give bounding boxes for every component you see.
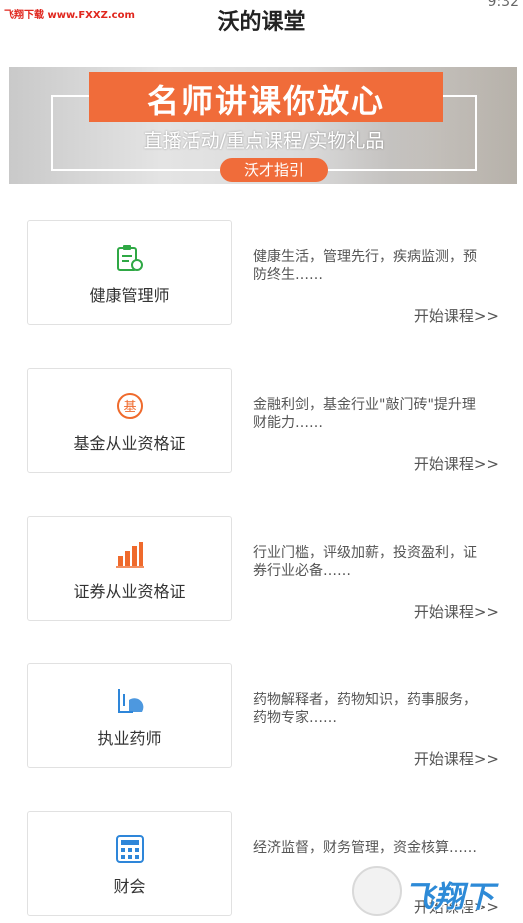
course-item: 健康管理师 健康生活，管理先行，疾病监测，预防终生…… 开始课程>> — [0, 220, 523, 326]
fund-badge-icon: 基 — [117, 393, 143, 419]
course-item: 基 基金从业资格证 金融利剑，基金行业"敲门砖"提升理财能力…… 开始课程>> — [0, 368, 523, 474]
course-card[interactable]: 健康管理师 — [27, 220, 232, 325]
course-name: 基金从业资格证 — [73, 434, 186, 453]
start-course-link[interactable]: 开始课程>> — [414, 453, 499, 474]
course-desc: 药物解释者，药物知识，药事服务，药物专家…… — [253, 692, 477, 726]
clipboard-health-icon — [117, 245, 143, 271]
banner-frame-corner — [437, 95, 477, 97]
svg-text:基: 基 — [123, 400, 136, 415]
banner-frame-corner — [51, 95, 91, 97]
course-card[interactable]: 基 基金从业资格证 — [27, 368, 232, 473]
start-course-link[interactable]: 开始课程>> — [414, 601, 499, 622]
course-card[interactable]: 证券从业资格证 — [27, 516, 232, 621]
course-name: 健康管理师 — [89, 286, 170, 305]
bar-chart-icon — [116, 542, 144, 568]
guide-button[interactable]: 沃才指引 — [220, 158, 328, 182]
medicine-icon — [118, 689, 144, 713]
banner-headline: 名师讲课你放心 — [146, 82, 385, 120]
watermark-logo-text: 飞翔下载 — [404, 880, 494, 915]
calculator-icon — [116, 835, 144, 863]
course-name: 证券从业资格证 — [73, 582, 186, 601]
start-course-link[interactable]: 开始课程>> — [414, 748, 499, 769]
course-name: 执业药师 — [97, 729, 162, 748]
course-name: 财会 — [113, 877, 146, 896]
promo-banner[interactable]: 名师讲课你放心 直播活动/重点课程/实物礼品 沃才指引 — [9, 67, 517, 184]
start-course-link[interactable]: 开始课程>> — [414, 305, 499, 326]
course-desc: 健康生活，管理先行，疾病监测，预防终生…… — [253, 249, 477, 283]
course-desc: 经济监督，财务管理，资金核算…… — [253, 840, 477, 856]
course-desc: 行业门槛，评级加薪，投资盈利，证券行业必备…… — [253, 545, 477, 579]
course-card[interactable]: 财会 — [27, 811, 232, 916]
course-item: 执业药师 药物解释者，药物知识，药事服务，药物专家…… 开始课程>> — [0, 663, 523, 769]
page-title: 沃的课堂 — [217, 10, 306, 35]
course-item: 证券从业资格证 行业门槛，评级加薪，投资盈利，证券行业必备…… 开始课程>> — [0, 516, 523, 622]
banner-subline: 直播活动/重点课程/实物礼品 — [143, 130, 385, 152]
watermark-logo-icon — [352, 866, 402, 916]
course-desc: 金融利剑，基金行业"敲门砖"提升理财能力…… — [253, 397, 476, 431]
watermark-logo: 飞翔下载 — [352, 864, 512, 918]
course-card[interactable]: 执业药师 — [27, 663, 232, 768]
